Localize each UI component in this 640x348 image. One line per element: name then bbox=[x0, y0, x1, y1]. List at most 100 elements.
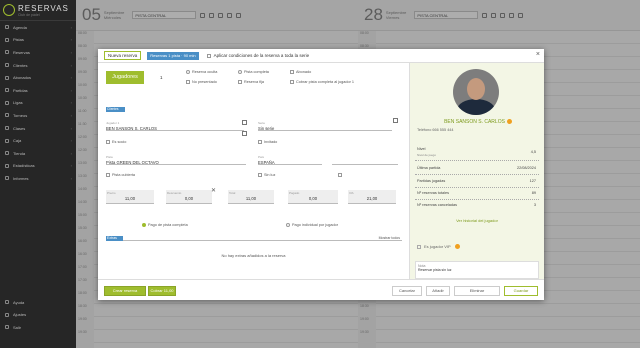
menu-icon bbox=[5, 100, 9, 105]
tab-new-booking[interactable]: Nueva reserva bbox=[104, 51, 142, 60]
avatar bbox=[453, 69, 499, 115]
sidebar-item[interactable]: Informes › bbox=[0, 172, 76, 185]
sidebar-item[interactable]: Abonados › bbox=[0, 71, 76, 84]
extras-section: Extras Mostrar todos bbox=[106, 236, 402, 241]
menu-icon bbox=[5, 151, 9, 156]
check-label: Es socio bbox=[112, 140, 127, 144]
radio-individual-payment[interactable]: Pago individual por jugador bbox=[286, 223, 338, 227]
court-field[interactable]: Pista Pista GREEN DEL OCTAVO bbox=[106, 155, 246, 165]
player-phone: Teléfono 666 555 444 bbox=[417, 128, 454, 132]
radio-full-payment[interactable]: Pago de pista completa bbox=[142, 223, 188, 227]
check-label: Pista cubierta bbox=[112, 173, 136, 177]
divider bbox=[415, 174, 539, 175]
checkbox-icon bbox=[290, 80, 294, 84]
history-link[interactable]: Ver historial del jugador bbox=[410, 218, 544, 223]
sidebar-item[interactable]: Pistas › bbox=[0, 34, 76, 47]
check-covered[interactable]: Pista cubierta bbox=[106, 173, 135, 177]
total-field[interactable]: Total 11,00 bbox=[228, 190, 274, 204]
checkbox-icon bbox=[106, 173, 110, 177]
sidebar-item[interactable]: Torneos › bbox=[0, 109, 76, 122]
menu-icon bbox=[5, 88, 9, 93]
create-booking-button[interactable]: Crear reserva bbox=[104, 286, 146, 296]
check-fixed[interactable]: Reserva fija bbox=[238, 80, 264, 84]
menu-icon bbox=[5, 163, 9, 168]
charge-button[interactable]: Cobrar 11,00 € bbox=[148, 286, 176, 301]
players-button[interactable]: Jugadores bbox=[106, 71, 144, 84]
vat-field[interactable]: IVA 21,00 bbox=[348, 190, 396, 204]
discount-field[interactable]: Descuento 0,00 bbox=[166, 190, 212, 204]
sidebar-item[interactable]: Clientes › bbox=[0, 59, 76, 72]
sidebar-item-label: Partidas bbox=[13, 87, 28, 93]
menu-icon bbox=[5, 126, 9, 131]
chevron-right-icon: › bbox=[70, 75, 72, 81]
check-no-light[interactable]: Sin luz bbox=[258, 173, 275, 177]
sidebar-item[interactable]: Caja › bbox=[0, 134, 76, 147]
chevron-right-icon: › bbox=[70, 125, 72, 131]
add-button[interactable]: Añadir bbox=[426, 286, 450, 296]
check-charge-player1[interactable]: Cobrar pista completa al jugador 1 bbox=[290, 80, 354, 84]
sidebar-item[interactable]: Partidas › bbox=[0, 84, 76, 97]
check-guest[interactable]: Invitado bbox=[258, 140, 277, 144]
price-field[interactable]: Precio 11,00 bbox=[106, 190, 154, 204]
delete-button[interactable]: Eliminar bbox=[454, 286, 500, 296]
chevron-right-icon: › bbox=[70, 138, 72, 144]
menu-icon bbox=[5, 37, 9, 42]
bookings-value: 89 bbox=[531, 191, 536, 195]
divider bbox=[415, 187, 539, 188]
sidebar-item[interactable]: Estadísticas › bbox=[0, 160, 76, 173]
apply-series-checkbox[interactable] bbox=[206, 53, 211, 58]
menu-icon bbox=[5, 138, 9, 143]
vip-check[interactable]: Es jugador VIP bbox=[417, 244, 460, 249]
player-dropdown-icon[interactable] bbox=[242, 120, 247, 125]
sidebar-bottom-item[interactable]: Ajustes bbox=[0, 309, 76, 322]
player-field[interactable]: Jugador 1 BEN SANSON S. CARLOS bbox=[106, 121, 244, 131]
sidebar-bottom-item[interactable]: Ayuda bbox=[0, 296, 76, 309]
level-value: 4,5 bbox=[530, 150, 536, 154]
sidebar-item[interactable]: Agenda › bbox=[0, 21, 76, 34]
note-box[interactable]: Nota Reservar pista sin luz bbox=[415, 261, 539, 279]
player-add-icon[interactable] bbox=[242, 131, 247, 136]
check-member[interactable]: Es socio bbox=[106, 140, 126, 144]
save-button[interactable]: Guardar bbox=[504, 286, 538, 296]
sidebar-item-label: Clases bbox=[13, 125, 26, 131]
chevron-right-icon: › bbox=[70, 49, 72, 55]
warning-icon bbox=[506, 119, 512, 125]
check-hidden[interactable]: Reserva oculta bbox=[186, 70, 217, 74]
clear-icon[interactable]: ✕ bbox=[211, 187, 216, 194]
check-label: Abonado bbox=[296, 70, 312, 74]
series-field[interactable]: Serie Sin serie bbox=[258, 121, 392, 131]
radio-selected-icon bbox=[142, 223, 146, 227]
sidebar-item-label: Caja bbox=[13, 138, 22, 144]
chevron-right-icon: › bbox=[70, 150, 72, 156]
sidebar-item[interactable]: Clases › bbox=[0, 122, 76, 135]
check-subscriber[interactable]: Abonado bbox=[290, 70, 311, 74]
sidebar-item[interactable]: Reservas › bbox=[0, 46, 76, 59]
series-icon[interactable] bbox=[393, 118, 398, 123]
check-no-show[interactable]: No presentado bbox=[186, 80, 217, 84]
menu-icon bbox=[5, 312, 9, 317]
checkbox-icon bbox=[258, 173, 262, 177]
cancel-button[interactable]: Cancelar bbox=[392, 286, 422, 296]
sidebar-item-label: Torneos bbox=[13, 112, 28, 118]
checkbox-icon bbox=[186, 80, 190, 84]
show-all-link[interactable]: Mostrar todos bbox=[379, 236, 400, 240]
sidebar-item-label: Pistas bbox=[13, 37, 24, 43]
checkbox-icon bbox=[238, 80, 242, 84]
menu-icon bbox=[5, 176, 9, 181]
paid-field[interactable]: Pagado 0,00 bbox=[288, 190, 338, 204]
sidebar: RESERVAS Club de pádel Agenda › Pistas › Rese… bbox=[0, 0, 76, 348]
sidebar-item[interactable]: Tienda › bbox=[0, 147, 76, 160]
sidebar-item[interactable]: Ligas › bbox=[0, 97, 76, 110]
extra-field[interactable] bbox=[332, 155, 398, 165]
modal-footer: Crear reserva Cobrar 11,00 € Cancelar Añ… bbox=[98, 279, 544, 301]
close-icon[interactable]: × bbox=[536, 51, 540, 58]
divider bbox=[415, 199, 539, 200]
country-field[interactable]: País ESPAÑA bbox=[258, 155, 322, 165]
sidebar-bottom-item[interactable]: Salir bbox=[0, 321, 76, 334]
check-extra[interactable] bbox=[338, 173, 344, 177]
check-label: Sin luz bbox=[264, 173, 276, 177]
check-full-court[interactable]: Pista completa bbox=[238, 70, 269, 74]
sidebar-item-label: Agenda bbox=[13, 24, 27, 30]
logo: RESERVAS Club de pádel bbox=[0, 0, 76, 21]
sidebar-item-label: Ajustes bbox=[13, 312, 27, 318]
